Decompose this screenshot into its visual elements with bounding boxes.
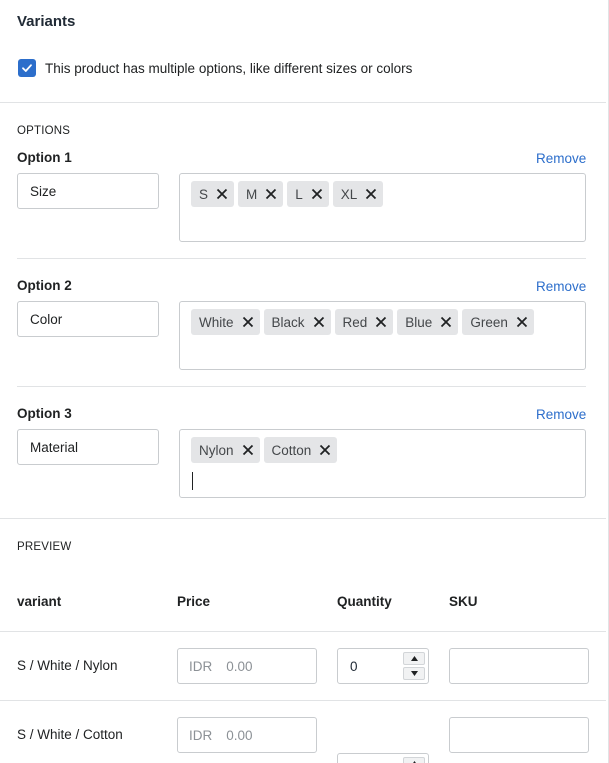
page-title: Variants <box>17 13 76 30</box>
multiple-options-checkbox[interactable] <box>18 59 36 77</box>
column-header-sku: SKU <box>449 594 478 609</box>
stepper-up-button[interactable] <box>403 652 425 665</box>
text-caret <box>192 472 193 490</box>
option-1-remove-link[interactable]: Remove <box>536 151 586 166</box>
option-2-title: Option 2 <box>17 278 72 293</box>
option-1-values-field[interactable]: S M L XL <box>179 173 586 242</box>
tag-label: Blue <box>405 314 433 330</box>
value-tag: XL <box>332 181 384 207</box>
option-3-remove-link[interactable]: Remove <box>536 407 586 422</box>
close-icon[interactable] <box>242 316 254 328</box>
tag-label: Cotton <box>271 442 312 458</box>
value-tag: M <box>238 181 284 207</box>
preview-section-label: PREVIEW <box>17 541 72 553</box>
column-header-price: Price <box>177 594 211 609</box>
option-3-name-value: Material <box>30 439 79 455</box>
close-icon[interactable] <box>216 188 228 200</box>
divider <box>0 102 606 103</box>
close-icon[interactable] <box>242 444 254 456</box>
divider <box>0 631 606 632</box>
value-tag: White <box>191 309 260 335</box>
checkmark-icon <box>22 64 32 72</box>
tag-label: White <box>199 314 234 330</box>
option-2-name-value: Color <box>30 311 63 327</box>
currency-prefix: IDR <box>189 727 213 743</box>
option-1-title: Option 1 <box>17 150 72 165</box>
option-1-name-input[interactable]: Size <box>17 173 159 209</box>
close-icon[interactable] <box>516 316 528 328</box>
caret-up-icon <box>410 656 418 661</box>
close-icon[interactable] <box>265 188 277 200</box>
price-placeholder: 0.00 <box>226 658 253 674</box>
divider <box>17 258 586 259</box>
value-tag: Green <box>462 309 534 335</box>
tag-label: S <box>199 186 209 202</box>
option-3-name-input[interactable]: Material <box>17 429 159 465</box>
multiple-options-label[interactable]: This product has multiple options, like … <box>45 61 412 76</box>
quantity-value: 0 <box>350 658 358 674</box>
caret-down-icon <box>410 671 418 676</box>
tag-label: XL <box>340 186 358 202</box>
variant-name: S / White / Nylon <box>17 658 118 673</box>
variant-name: S / White / Cotton <box>17 727 123 742</box>
tag-label: Nylon <box>199 442 234 458</box>
sku-input[interactable] <box>449 717 589 753</box>
price-input[interactable]: IDR 0.00 <box>177 717 317 753</box>
value-tag: Red <box>334 309 394 335</box>
currency-prefix: IDR <box>189 658 213 674</box>
value-tag: Black <box>263 309 331 335</box>
value-tag: Nylon <box>191 437 260 463</box>
value-tag: L <box>287 181 329 207</box>
value-tag: Blue <box>397 309 459 335</box>
sku-input[interactable] <box>449 648 589 684</box>
close-icon[interactable] <box>311 188 323 200</box>
close-icon[interactable] <box>375 316 387 328</box>
value-tag: Cotton <box>263 437 338 463</box>
tag-label: M <box>246 186 258 202</box>
tag-label: L <box>295 186 303 202</box>
stepper-up-button[interactable] <box>403 757 425 763</box>
close-icon[interactable] <box>440 316 452 328</box>
price-input[interactable]: IDR 0.00 <box>177 648 317 684</box>
option-3-title: Option 3 <box>17 406 72 421</box>
option-2-name-input[interactable]: Color <box>17 301 159 337</box>
quantity-stepper[interactable]: 0 <box>337 648 429 684</box>
divider <box>17 386 586 387</box>
stepper-down-button[interactable] <box>403 667 425 680</box>
tag-label: Green <box>470 314 508 330</box>
column-header-variant: variant <box>17 594 62 609</box>
close-icon[interactable] <box>319 444 331 456</box>
option-2-values-field[interactable]: White Black Red Blue Green <box>179 301 586 370</box>
close-icon[interactable] <box>365 188 377 200</box>
divider <box>0 518 606 519</box>
option-2-remove-link[interactable]: Remove <box>536 279 586 294</box>
close-icon[interactable] <box>313 316 325 328</box>
price-placeholder: 0.00 <box>226 727 253 743</box>
value-tag: S <box>191 181 235 207</box>
divider <box>0 700 606 701</box>
option-3-values-field[interactable]: Nylon Cotton <box>179 429 586 498</box>
quantity-stepper[interactable]: 0 <box>337 753 429 763</box>
tag-label: Black <box>271 314 305 330</box>
column-header-quantity: Quantity <box>337 594 392 609</box>
options-section-label: OPTIONS <box>17 125 71 137</box>
tag-label: Red <box>342 314 368 330</box>
option-1-name-value: Size <box>30 183 57 199</box>
